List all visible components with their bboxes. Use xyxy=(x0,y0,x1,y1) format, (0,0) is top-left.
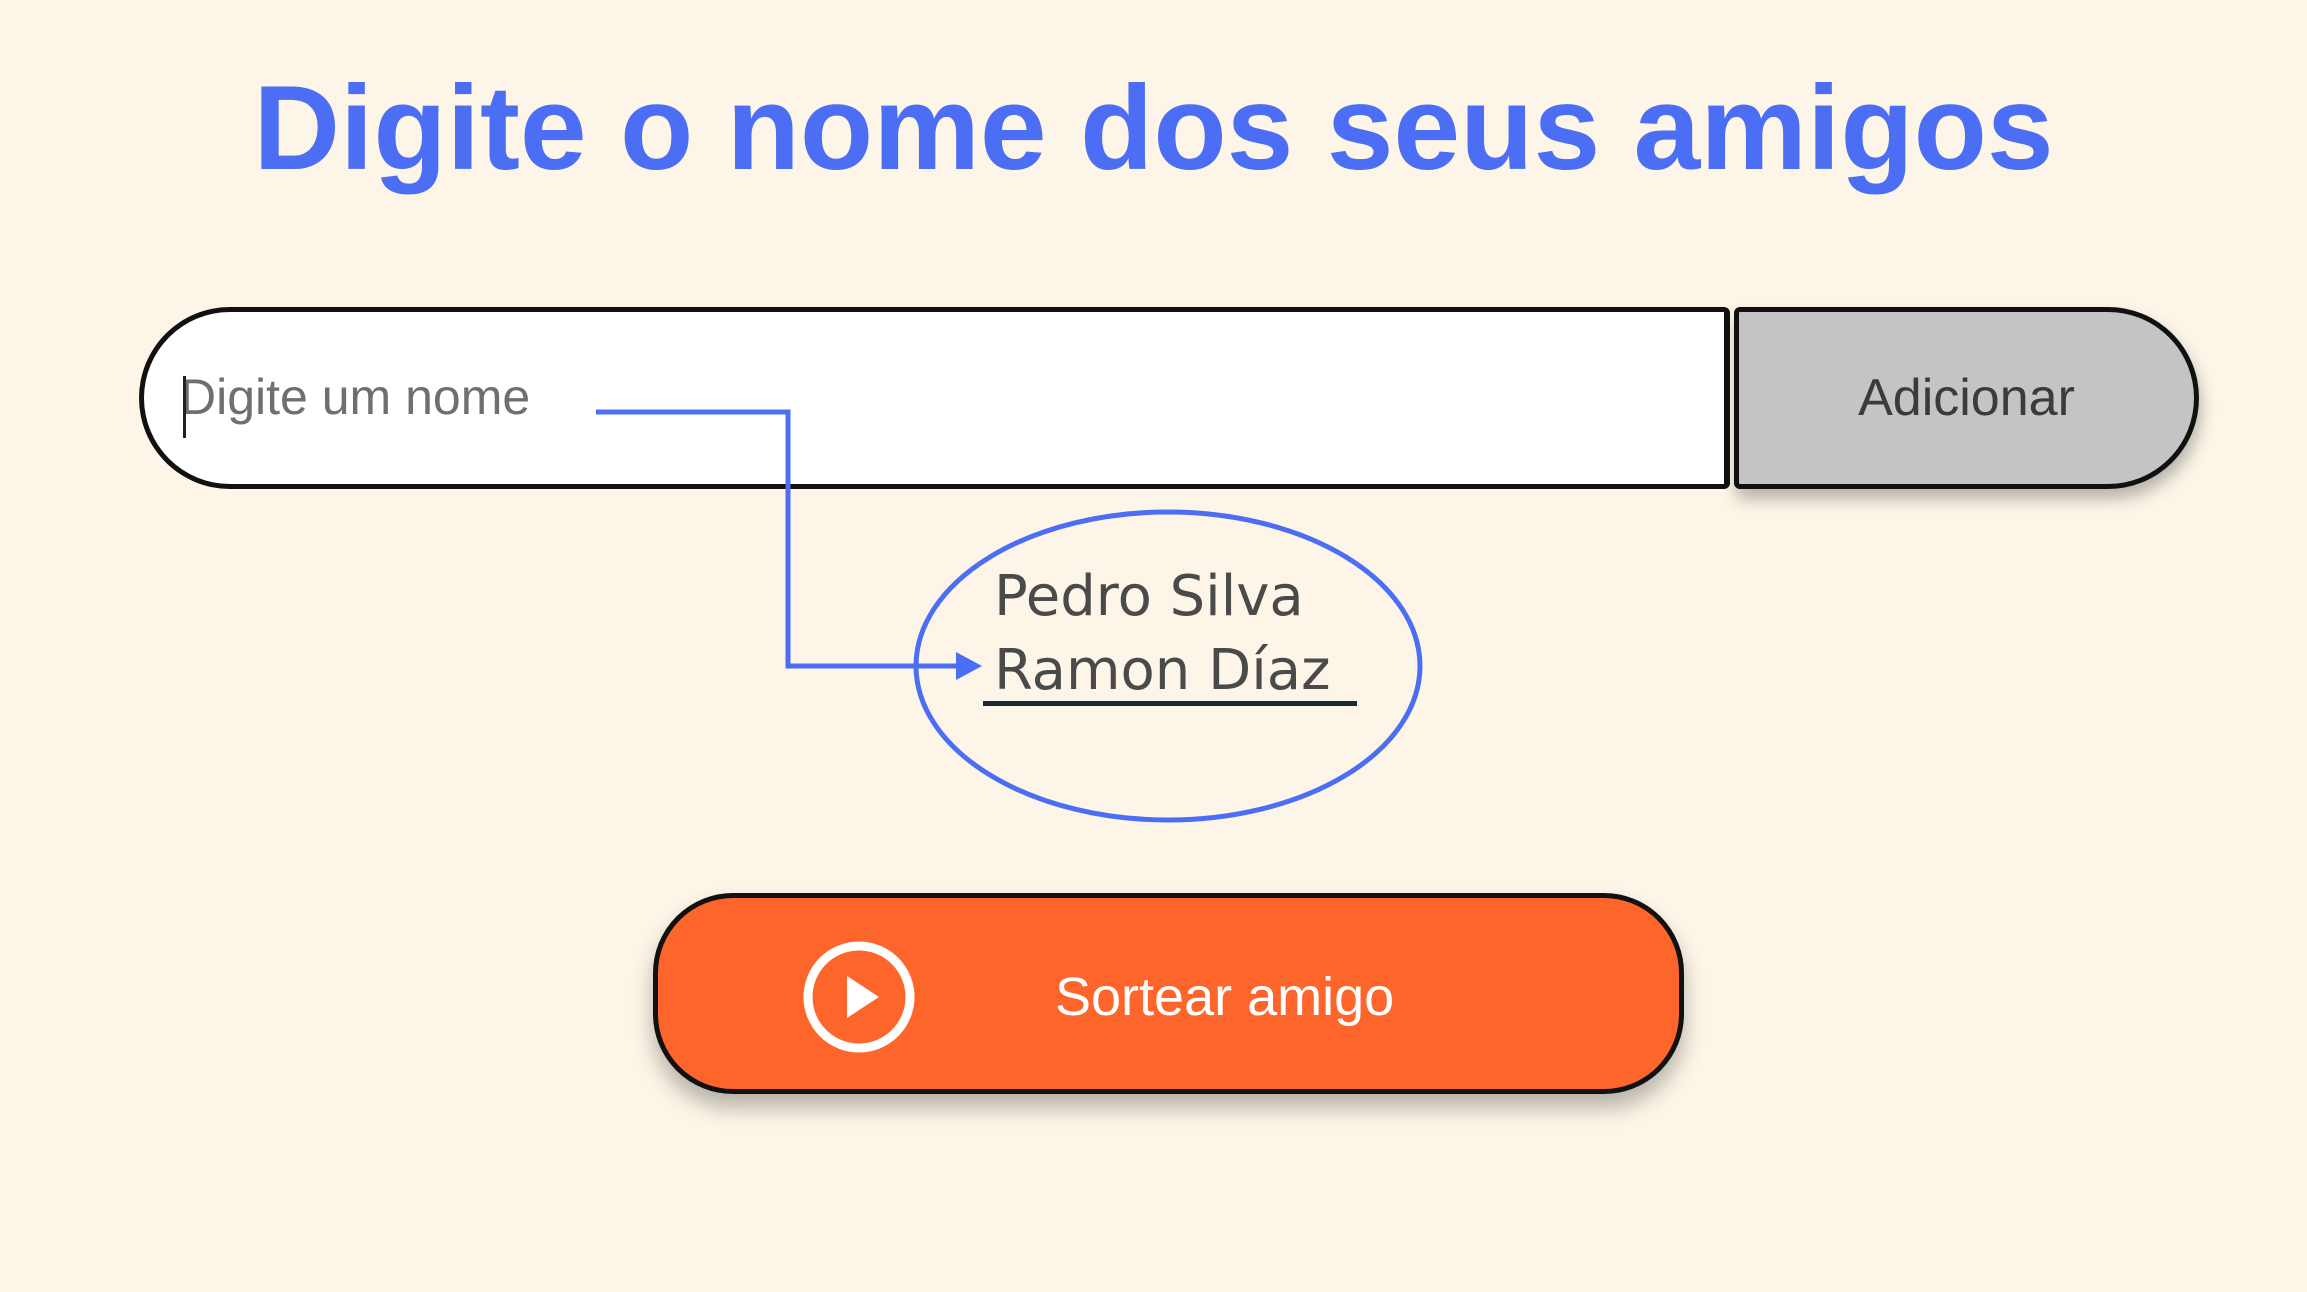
add-button[interactable]: Adicionar xyxy=(1734,307,2199,489)
friend-item-ramon: Ramon Díaz xyxy=(994,638,1331,703)
draw-friend-button[interactable]: Sortear amigo xyxy=(653,893,1684,1094)
play-circle-icon xyxy=(803,941,915,1053)
friend-item-pedro: Pedro Silva xyxy=(994,564,1304,629)
page: Digite o nome dos seus amigos Adicionar … xyxy=(0,0,2307,1292)
name-input[interactable] xyxy=(180,342,1670,452)
page-title: Digite o nome dos seus amigos xyxy=(253,61,2054,195)
name-input-container[interactable] xyxy=(139,307,1730,489)
text-caret xyxy=(183,376,186,438)
draw-button-label: Sortear amigo xyxy=(1055,967,1395,1027)
friends-list: Pedro Silva Ramon Díaz xyxy=(994,560,1331,708)
list-underline xyxy=(983,701,1357,706)
annotation-arrowhead xyxy=(956,652,982,680)
